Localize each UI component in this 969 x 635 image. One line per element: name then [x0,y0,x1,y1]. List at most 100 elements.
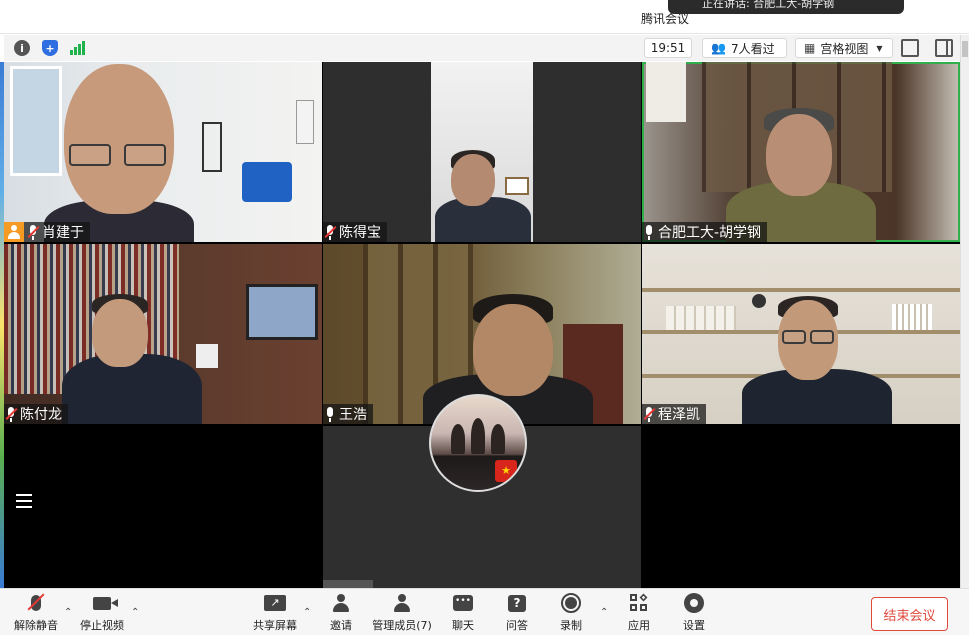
chat-icon: ••• [450,591,476,615]
person-head [473,304,553,396]
settings-button[interactable]: 设置 [679,589,709,635]
apps-icon [626,591,652,615]
end-meeting-button[interactable]: 结束会议 [871,597,948,631]
viewers-button[interactable]: 👥 7人看过 [702,38,787,58]
add-person-icon [328,591,354,615]
participant-name-tag: 陈付龙 [4,404,68,424]
chevron-up-icon[interactable]: ⌃ [303,607,311,618]
participant-name-tag: 王浩 [323,404,373,424]
question-icon: ? [504,591,530,615]
grid-icon: ▦ [804,41,816,55]
list-icon[interactable] [16,494,32,508]
glasses [124,144,166,166]
chevron-up-icon[interactable]: ⌃ [600,607,608,618]
participant-name-tag: 肖建于 [4,221,90,242]
participant-avatar: ★ [429,394,527,492]
binders-image [666,306,736,330]
security-shield-icon[interactable]: + [42,40,58,56]
end-meeting-label: 结束会议 [883,608,936,624]
sofa-image [242,162,292,202]
meeting-window: 腾讯会议 正在讲话: 合肥工大-胡学钢 i + 19:51 👥 7人看过 ▦ 宫… [0,0,969,635]
manage-members-button[interactable]: 管理成员(7) [371,589,433,635]
meeting-timer-text: 19:51 [650,41,686,55]
vase-image [196,344,218,368]
record-button[interactable]: 录制 [556,589,586,635]
person-head [766,114,832,196]
view-mode-dropdown[interactable]: ▦ 宫格视图 ▼ [795,38,893,58]
share-screen-button[interactable]: ↗ 共享屏幕 [251,589,299,635]
chevron-up-icon[interactable]: ⌃ [64,607,72,618]
stop-video-label: 停止视频 [80,619,124,632]
unmute-label: 解除静音 [14,619,58,632]
person-head [92,299,148,367]
qa-label: 问答 [506,619,528,632]
participant-name-tag: 陈得宝 [323,222,387,242]
settings-label: 设置 [683,619,705,632]
chat-button[interactable]: ••• 聊天 [448,589,478,635]
participant-name: 肖建于 [42,225,84,241]
manage-label: 管理成员(7) [372,619,432,632]
participant-name: 王浩 [339,407,367,423]
glasses [782,330,806,344]
viewers-text: 7人看过 [730,41,775,56]
shelf-line [642,288,960,292]
speaking-notification: 正在讲话: 合肥工大-胡学钢 [668,0,904,14]
person-head [451,154,495,206]
fullscreen-icon[interactable] [901,39,919,57]
chevron-up-icon[interactable]: ⌃ [131,607,139,618]
flag-icon: ★ [495,460,517,482]
video-tile[interactable]: 陈付龙 [4,244,322,424]
poster-image [296,100,314,144]
monitor-image [246,284,318,340]
video-tile[interactable]: 程泽凯 [642,244,960,424]
invite-button[interactable]: 邀请 [326,589,356,635]
coat-image [646,62,686,122]
video-grid: 肖建于 陈得宝 合肥工大-胡学钢 陈付龙 王浩 程泽凯 [4,62,960,588]
participant-name: 陈付龙 [20,407,62,423]
chat-label: 聊天 [452,619,474,632]
shelf-image [202,122,222,172]
mic-muted-icon [5,406,18,422]
apps-button[interactable]: 应用 [624,589,654,635]
mic-muted-icon [643,406,656,422]
meeting-timer: 19:51 [644,38,692,58]
share-icon: ↗ [262,591,288,615]
mic-icon [325,406,335,422]
participant-name: 程泽凯 [658,407,700,423]
glasses [69,144,111,166]
participant-name: 合肥工大-胡学钢 [658,225,762,241]
participant-name: 陈得宝 [339,225,381,241]
record-icon [558,591,584,615]
chevron-down-icon: ▼ [876,43,883,53]
network-signal-icon[interactable] [69,40,85,56]
meeting-toolbar: i + 19:51 👥 7人看过 ▦ 宫格视图 ▼ [4,35,960,61]
view-mode-text: 宫格视图 [820,41,869,56]
glasses [810,330,834,344]
participant-name-tag: 程泽凯 [642,404,706,424]
bottom-toolbar: 解除静音 ⌃ 停止视频 ⌃ ↗ 共享屏幕 ⌃ 邀请 管理成员(7) ••• 聊天… [0,588,969,635]
mic-off-icon [23,591,49,615]
title-bar: 腾讯会议 正在讲话: 合肥工大-胡学钢 [0,0,969,34]
qa-button[interactable]: ? 问答 [502,589,532,635]
unmute-button[interactable]: 解除静音 [14,589,58,635]
gear-icon [681,591,707,615]
video-tile[interactable]: 陈得宝 [323,62,641,242]
share-label: 共享屏幕 [253,619,297,632]
window-image [10,66,62,176]
invite-label: 邀请 [330,619,352,632]
info-icon[interactable]: i [14,40,30,56]
picture-frame-image [505,177,529,195]
stop-video-button[interactable]: 停止视频 [78,589,126,635]
clock-image [752,294,766,308]
record-label: 录制 [560,619,582,632]
scrollbar[interactable] [960,35,969,590]
host-icon [4,221,24,242]
video-tile-active-speaker[interactable]: 合肥工大-胡学钢 [642,62,960,242]
person-head [64,64,174,214]
apps-label: 应用 [628,619,650,632]
participant-name-tag: 合肥工大-胡学钢 [642,222,768,242]
binders-image [892,304,932,330]
sidebar-toggle-icon[interactable] [935,39,953,57]
video-tile[interactable]: 肖建于 [4,62,322,242]
people-icon: 👥 [711,41,726,55]
